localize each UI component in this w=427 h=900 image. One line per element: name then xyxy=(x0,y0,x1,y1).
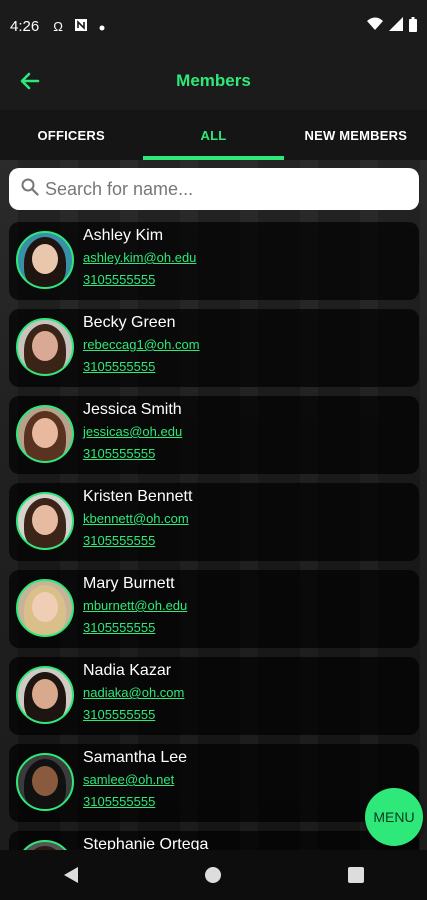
system-nav-bar xyxy=(0,850,427,900)
member-name: Nadia Kazar xyxy=(83,662,172,679)
recents-square-icon[interactable] xyxy=(341,860,371,890)
tab-officers[interactable]: OFFICERS xyxy=(0,110,142,160)
member-card[interactable]: Jessica Smith jessicas@oh.edu 3105555555 xyxy=(9,396,419,474)
member-card[interactable]: Becky Green rebeccag1@oh.com 3105555555 xyxy=(9,309,419,387)
member-card[interactable]: Kristen Bennett kbennett@oh.com 31055555… xyxy=(9,483,419,561)
search-bar xyxy=(9,168,419,210)
app-bar: Members xyxy=(0,52,427,110)
member-name: Kristen Bennett xyxy=(83,488,193,505)
news-icon xyxy=(74,18,87,34)
omega-icon: Ω xyxy=(53,18,63,34)
back-triangle-icon[interactable] xyxy=(56,860,86,890)
member-name: Jessica Smith xyxy=(83,401,182,418)
avatar xyxy=(16,666,74,724)
status-bar: 4:26 Ω xyxy=(0,0,427,52)
member-email-link[interactable]: ashley.kim@oh.edu xyxy=(83,250,196,265)
member-email-link[interactable]: kbennett@oh.com xyxy=(83,511,189,526)
avatar xyxy=(16,840,74,850)
search-input[interactable] xyxy=(43,177,387,201)
member-phone-link[interactable]: 3105555555 xyxy=(83,359,155,374)
member-card[interactable]: Mary Burnett mburnett@oh.edu 3105555555 xyxy=(9,570,419,648)
member-name: Becky Green xyxy=(83,314,176,331)
member-phone-link[interactable]: 3105555555 xyxy=(83,620,155,635)
member-email-link[interactable]: jessicas@oh.edu xyxy=(83,424,182,439)
member-name: Ashley Kim xyxy=(83,227,164,244)
avatar xyxy=(16,753,74,811)
member-phone-link[interactable]: 3105555555 xyxy=(83,533,155,548)
wifi-icon xyxy=(367,17,383,35)
member-email-link[interactable]: rebeccag1@oh.com xyxy=(83,337,200,352)
battery-icon xyxy=(409,16,417,36)
status-time: 4:26 xyxy=(10,17,40,35)
member-name: Samantha Lee xyxy=(83,749,188,766)
member-email-link[interactable]: nadiaka@oh.com xyxy=(83,685,184,700)
menu-button[interactable]: MENU xyxy=(365,788,423,846)
page-title: Members xyxy=(176,71,251,90)
member-card[interactable]: Ashley Kim ashley.kim@oh.edu 3105555555 xyxy=(9,222,419,300)
avatar xyxy=(16,318,74,376)
member-phone-link[interactable]: 3105555555 xyxy=(83,446,155,461)
member-name: Mary Burnett xyxy=(83,575,175,592)
member-email-link[interactable]: mburnett@oh.edu xyxy=(83,598,187,613)
avatar xyxy=(16,405,74,463)
member-card[interactable]: Nadia Kazar nadiaka@oh.com 3105555555 xyxy=(9,657,419,735)
member-list[interactable]: Ashley Kim ashley.kim@oh.edu 3105555555 … xyxy=(0,160,427,850)
member-email-link[interactable]: samlee@oh.net xyxy=(83,772,174,787)
avatar xyxy=(16,579,74,637)
search-icon xyxy=(21,178,43,201)
member-phone-link[interactable]: 3105555555 xyxy=(83,794,155,809)
member-name: Stephanie Ortega xyxy=(83,836,209,850)
member-phone-link[interactable]: 3105555555 xyxy=(83,272,155,287)
tab-new-members[interactable]: NEW MEMBERS xyxy=(285,110,427,160)
member-card[interactable]: Samantha Lee samlee@oh.net 3105555555 xyxy=(9,744,419,822)
member-phone-link[interactable]: 3105555555 xyxy=(83,707,155,722)
tab-bar: OFFICERS ALL NEW MEMBERS xyxy=(0,110,427,160)
dot-icon xyxy=(99,19,105,34)
tab-all[interactable]: ALL xyxy=(142,110,284,160)
home-circle-icon[interactable] xyxy=(198,860,228,890)
signal-icon xyxy=(389,17,403,35)
avatar xyxy=(16,492,74,550)
avatar xyxy=(16,231,74,289)
member-card[interactable]: Stephanie Ortega xyxy=(9,831,419,850)
arrow-left-icon[interactable] xyxy=(18,69,42,93)
